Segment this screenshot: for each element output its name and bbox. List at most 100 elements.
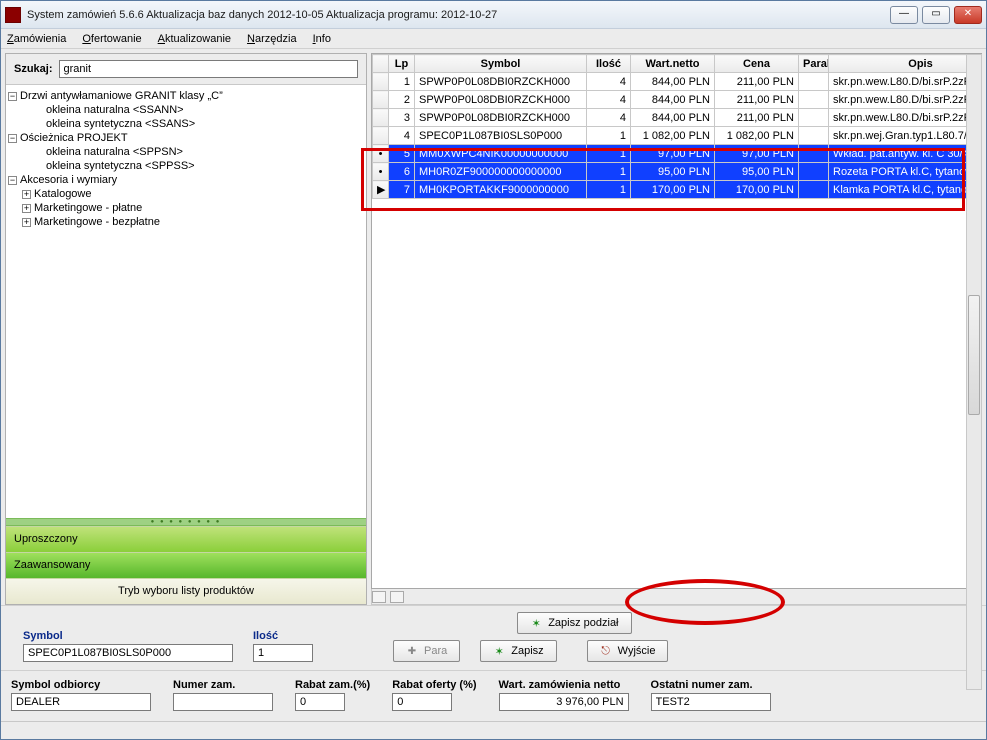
row-marker: • (373, 163, 389, 181)
body-area: Szukaj: −Drzwi antywłamaniowe GRANIT kla… (1, 49, 986, 605)
cell-symbol: MH0KPORTAKKF9000000000 (415, 181, 587, 199)
grid-container: Lp Symbol Ilość Wart.netto Cena Paral Op… (371, 53, 982, 589)
tree-item[interactable]: Katalogowe (34, 188, 92, 200)
wyjscie-button[interactable]: Wyjście (587, 640, 669, 662)
mode-picklist-button[interactable]: Tryb wyboru listy produktów (6, 578, 366, 604)
cell-symbol: SPWP0P0L08DBI0RZCKH000 (415, 109, 587, 127)
cell-cena: 170,00 PLN (715, 181, 799, 199)
maximize-button[interactable]: ▭ (922, 6, 950, 24)
col-lp[interactable]: Lp (389, 55, 415, 73)
tree-item[interactable]: okleina syntetyczna <SPPSS> (8, 160, 195, 172)
row-marker (373, 91, 389, 109)
table-row[interactable]: 1SPWP0P0L08DBI0RZCKH0004844,00 PLN211,00… (373, 73, 983, 91)
table-row[interactable]: ▶7MH0KPORTAKKF90000000001170,00 PLN170,0… (373, 181, 983, 199)
close-button[interactable]: ✕ (954, 6, 982, 24)
menu-ofertowanie[interactable]: Ofertowanie (82, 33, 141, 45)
tree-item[interactable]: Ościeżnica PROJEKT (20, 132, 128, 144)
tree-item[interactable]: okleina naturalna <SPPSN> (8, 146, 183, 158)
grid-hscroll[interactable] (371, 589, 982, 605)
window-title: System zamówień 5.6.6 Aktualizacja baz d… (27, 9, 884, 21)
cell-opis: skr.pn.wew.L80.D/bi.srP.2zP.p (829, 91, 983, 109)
zapisz-podzial-button[interactable]: Zapisz podział (517, 612, 631, 634)
tree-item[interactable]: Marketingowe - bezpłatne (34, 216, 160, 228)
splitter-handle[interactable]: ● ● ● ● ● ● ● ● (6, 518, 366, 526)
scroll-box-icon[interactable] (390, 591, 404, 603)
numer-zam-input[interactable] (173, 693, 273, 711)
col-wart[interactable]: Wart.netto (631, 55, 715, 73)
row-marker: • (373, 145, 389, 163)
search-label: Szukaj: (14, 63, 53, 75)
tree-item[interactable]: Akcesoria i wymiary (20, 174, 117, 186)
menu-narzedzia[interactable]: Narzędzia (247, 33, 297, 45)
mode-simple-button[interactable]: Uproszczony (6, 526, 366, 552)
para-button[interactable]: Para (393, 640, 460, 662)
cell-cena: 211,00 PLN (715, 73, 799, 91)
cell-cena: 211,00 PLN (715, 91, 799, 109)
col-opis[interactable]: Opis (829, 55, 983, 73)
table-row[interactable]: 2SPWP0P0L08DBI0RZCKH0004844,00 PLN211,00… (373, 91, 983, 109)
tree-expand-icon[interactable]: + (22, 190, 31, 199)
items-grid[interactable]: Lp Symbol Ilość Wart.netto Cena Paral Op… (372, 54, 982, 199)
product-tree[interactable]: −Drzwi antywłamaniowe GRANIT klasy „C” o… (6, 85, 366, 518)
search-input[interactable] (59, 60, 358, 78)
tree-toggle-icon[interactable]: − (8, 92, 17, 101)
status-bar (1, 721, 986, 739)
symbol-odbiorcy-input[interactable] (11, 693, 151, 711)
tree-item[interactable]: Drzwi antywłamaniowe GRANIT klasy „C” (20, 90, 223, 102)
cell-opis: Wkład. pat.antyw. kl. C 30/40G (829, 145, 983, 163)
menu-zamowienia[interactable]: Zamówienia (7, 33, 66, 45)
wart-zam-input (499, 693, 629, 711)
tree-toggle-icon[interactable]: − (8, 176, 17, 185)
minimize-button[interactable]: — (890, 6, 918, 24)
menu-aktualizowanie[interactable]: Aktualizowanie (158, 33, 231, 45)
cell-lp: 1 (389, 73, 415, 91)
table-row[interactable]: •5MM0XWPC4NIK00000000000197,00 PLN97,00 … (373, 145, 983, 163)
window-vscroll[interactable] (966, 54, 982, 690)
cell-wart: 844,00 PLN (631, 73, 715, 91)
table-row[interactable]: •6MH0R0ZF900000000000000195,00 PLN95,00 … (373, 163, 983, 181)
grid-header-row: Lp Symbol Ilość Wart.netto Cena Paral Op… (373, 55, 983, 73)
ilosc-input[interactable] (253, 644, 313, 662)
rabat-zam-label: Rabat zam.(%) (295, 679, 370, 691)
tree-expand-icon[interactable]: + (22, 204, 31, 213)
row-marker (373, 109, 389, 127)
tree-toggle-icon[interactable]: − (8, 134, 17, 143)
cell-cena: 97,00 PLN (715, 145, 799, 163)
cell-lp: 7 (389, 181, 415, 199)
col-symbol[interactable]: Symbol (415, 55, 587, 73)
cell-cena: 211,00 PLN (715, 109, 799, 127)
rabat-oferty-input[interactable] (392, 693, 452, 711)
mode-advanced-button[interactable]: Zaawansowany (6, 552, 366, 578)
cell-lp: 5 (389, 145, 415, 163)
cell-wart: 1 082,00 PLN (631, 127, 715, 145)
bottom-strip: Symbol odbiorcy Numer zam. Rabat zam.(%)… (1, 671, 986, 721)
cell-symbol: SPEC0P1L087BI0SLS0P000 (415, 127, 587, 145)
zapisz-button[interactable]: Zapisz (480, 640, 556, 662)
scroll-left-icon[interactable] (372, 591, 386, 603)
save-split-icon (530, 617, 542, 629)
row-marker (373, 73, 389, 91)
cell-paral (799, 109, 829, 127)
tree-expand-icon[interactable]: + (22, 218, 31, 227)
menu-bar: Zamówienia Ofertowanie Aktualizowanie Na… (1, 29, 986, 49)
symbol-input[interactable] (23, 644, 233, 662)
ostatni-numer-input[interactable] (651, 693, 771, 711)
cell-symbol: SPWP0P0L08DBI0RZCKH000 (415, 73, 587, 91)
tree-item[interactable]: okleina naturalna <SSANN> (8, 104, 184, 116)
scroll-thumb[interactable] (968, 295, 980, 415)
tree-item[interactable]: Marketingowe - płatne (34, 202, 142, 214)
col-ilosc[interactable]: Ilość (587, 55, 631, 73)
cell-cena: 1 082,00 PLN (715, 127, 799, 145)
col-paral[interactable]: Paral (799, 55, 829, 73)
table-row[interactable]: 3SPWP0P0L08DBI0RZCKH0004844,00 PLN211,00… (373, 109, 983, 127)
right-panel: Lp Symbol Ilość Wart.netto Cena Paral Op… (371, 53, 982, 605)
table-row[interactable]: 4SPEC0P1L087BI0SLS0P00011 082,00 PLN1 08… (373, 127, 983, 145)
menu-info[interactable]: Info (313, 33, 331, 45)
mid-strip: Symbol Ilość Para Zapisz podział Zapisz … (1, 605, 986, 671)
app-window: System zamówień 5.6.6 Aktualizacja baz d… (0, 0, 987, 740)
tree-item[interactable]: okleina syntetyczna <SSANS> (8, 118, 195, 130)
numer-zam-label: Numer zam. (173, 679, 273, 691)
rabat-zam-input[interactable] (295, 693, 345, 711)
save-icon (493, 645, 505, 657)
col-cena[interactable]: Cena (715, 55, 799, 73)
